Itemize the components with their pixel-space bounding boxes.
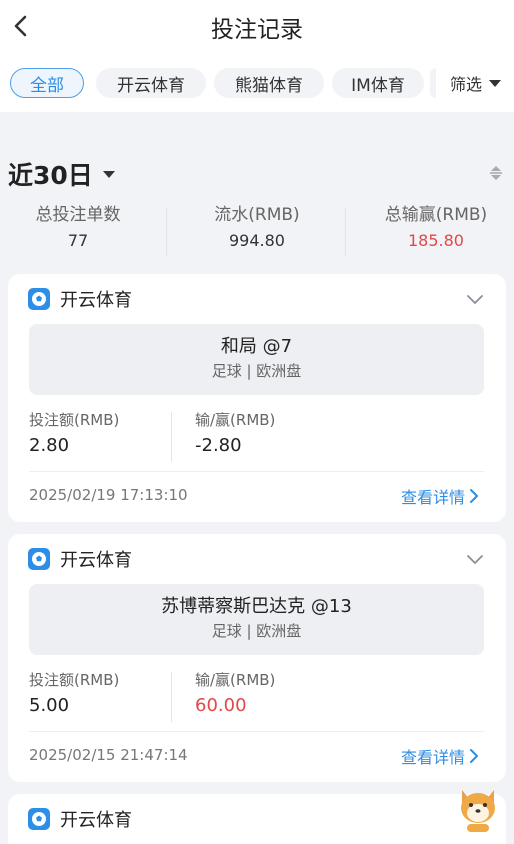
vendor-name: 开云体育: [60, 810, 132, 831]
card-header: 开云体育: [28, 286, 132, 312]
stake-value: 2.80: [29, 435, 70, 456]
selection-title: 和局 @7: [220, 336, 293, 357]
stat-turnover: 流水(RMB) 994.80: [172, 202, 342, 254]
divider: [29, 731, 484, 732]
bet-time: 2025/02/19 17:13:10: [29, 486, 188, 504]
top-bar: 投注记录: [0, 0, 514, 56]
bet-card[interactable]: 开云体育: [8, 794, 506, 844]
selection-detail: 足球 | 欧洲盘: [211, 622, 302, 640]
chevron-down-icon[interactable]: [466, 292, 484, 306]
chevron-right-icon: [470, 749, 479, 763]
result-label: 输/赢(RMB): [195, 411, 276, 429]
divider: [171, 412, 172, 462]
soccer-ball-icon: [28, 808, 50, 830]
vendor-name: 开云体育: [60, 550, 132, 571]
stat-label: 流水(RMB): [214, 205, 300, 225]
card-header: 开云体育: [28, 806, 132, 832]
bet-time: 2025/02/15 21:47:14: [29, 746, 188, 764]
stat-value: 994.80: [229, 231, 285, 250]
period-selector[interactable]: 近30日: [8, 156, 117, 192]
tab-panda[interactable]: 熊猫体育: [214, 68, 324, 98]
period-label: 近30日: [8, 161, 93, 190]
stake-block: 投注额(RMB) 2.80: [29, 407, 119, 459]
divider: [166, 208, 167, 256]
divider: [345, 208, 346, 256]
caret-down-icon: [489, 80, 502, 87]
result-label: 输/赢(RMB): [195, 671, 276, 689]
vendor-tabs: 全部 开云体育 熊猫体育 IM体育 筛选: [0, 56, 514, 112]
result-block: 输/赢(RMB) 60.00: [195, 667, 275, 719]
stake-block: 投注额(RMB) 5.00: [29, 667, 119, 719]
tab-kaiyun[interactable]: 开云体育: [96, 68, 206, 98]
selection-box: 苏博蒂察斯巴达克 @13 足球 | 欧洲盘: [29, 584, 484, 655]
filter-button[interactable]: 筛选: [444, 68, 503, 98]
stat-value: 77: [67, 231, 89, 250]
divider: [171, 672, 172, 722]
tab-all[interactable]: 全部: [10, 68, 84, 98]
bet-card[interactable]: 开云体育 苏博蒂察斯巴达克 @13 足球 | 欧洲盘 投注额(RMB) 5.00…: [8, 534, 506, 782]
stat-net-result: 总输赢(RMB) 185.80: [351, 202, 514, 254]
tab-im[interactable]: IM体育: [332, 68, 424, 98]
divider: [29, 471, 484, 472]
result-block: 输/赢(RMB) -2.80: [195, 407, 275, 459]
filter-label: 筛选: [450, 75, 483, 94]
vendor-name: 开云体育: [60, 290, 132, 311]
view-details-link[interactable]: 查看详情: [401, 484, 479, 508]
view-details-link[interactable]: 查看详情: [401, 744, 479, 768]
tab-overflow-hint: [430, 68, 436, 98]
selection-box: 和局 @7 足球 | 欧洲盘: [29, 324, 484, 395]
selection-title: 苏博蒂察斯巴达克 @13: [161, 596, 352, 617]
stat-value: 185.80: [408, 231, 464, 250]
result-value: 60.00: [195, 695, 247, 716]
view-details-label: 查看详情: [401, 488, 466, 507]
bet-card[interactable]: 开云体育 和局 @7 足球 | 欧洲盘 投注额(RMB) 2.80 输/赢(RM…: [8, 274, 506, 522]
soccer-ball-icon: [28, 548, 50, 570]
card-header: 开云体育: [28, 546, 132, 572]
soccer-ball-icon: [28, 288, 50, 310]
selection-detail: 足球 | 欧洲盘: [211, 362, 302, 380]
stat-label: 总投注单数: [35, 205, 121, 225]
chevron-right-icon: [470, 489, 479, 503]
result-value: -2.80: [195, 435, 242, 456]
caret-down-icon: [102, 171, 115, 178]
stake-label: 投注额(RMB): [29, 671, 120, 689]
stat-total-bets: 总投注单数 77: [0, 202, 163, 254]
sort-icon[interactable]: [488, 164, 504, 182]
stake-label: 投注额(RMB): [29, 411, 120, 429]
shiba-mascot-icon[interactable]: [456, 784, 500, 834]
stake-value: 5.00: [29, 695, 70, 716]
summary-stats: 总投注单数 77 流水(RMB) 994.80 总输赢(RMB) 185.80: [0, 202, 514, 258]
page-title: 投注记录: [211, 17, 303, 43]
chevron-down-icon[interactable]: [466, 552, 484, 566]
view-details-label: 查看详情: [401, 748, 466, 767]
stat-label: 总输赢(RMB): [384, 205, 488, 225]
